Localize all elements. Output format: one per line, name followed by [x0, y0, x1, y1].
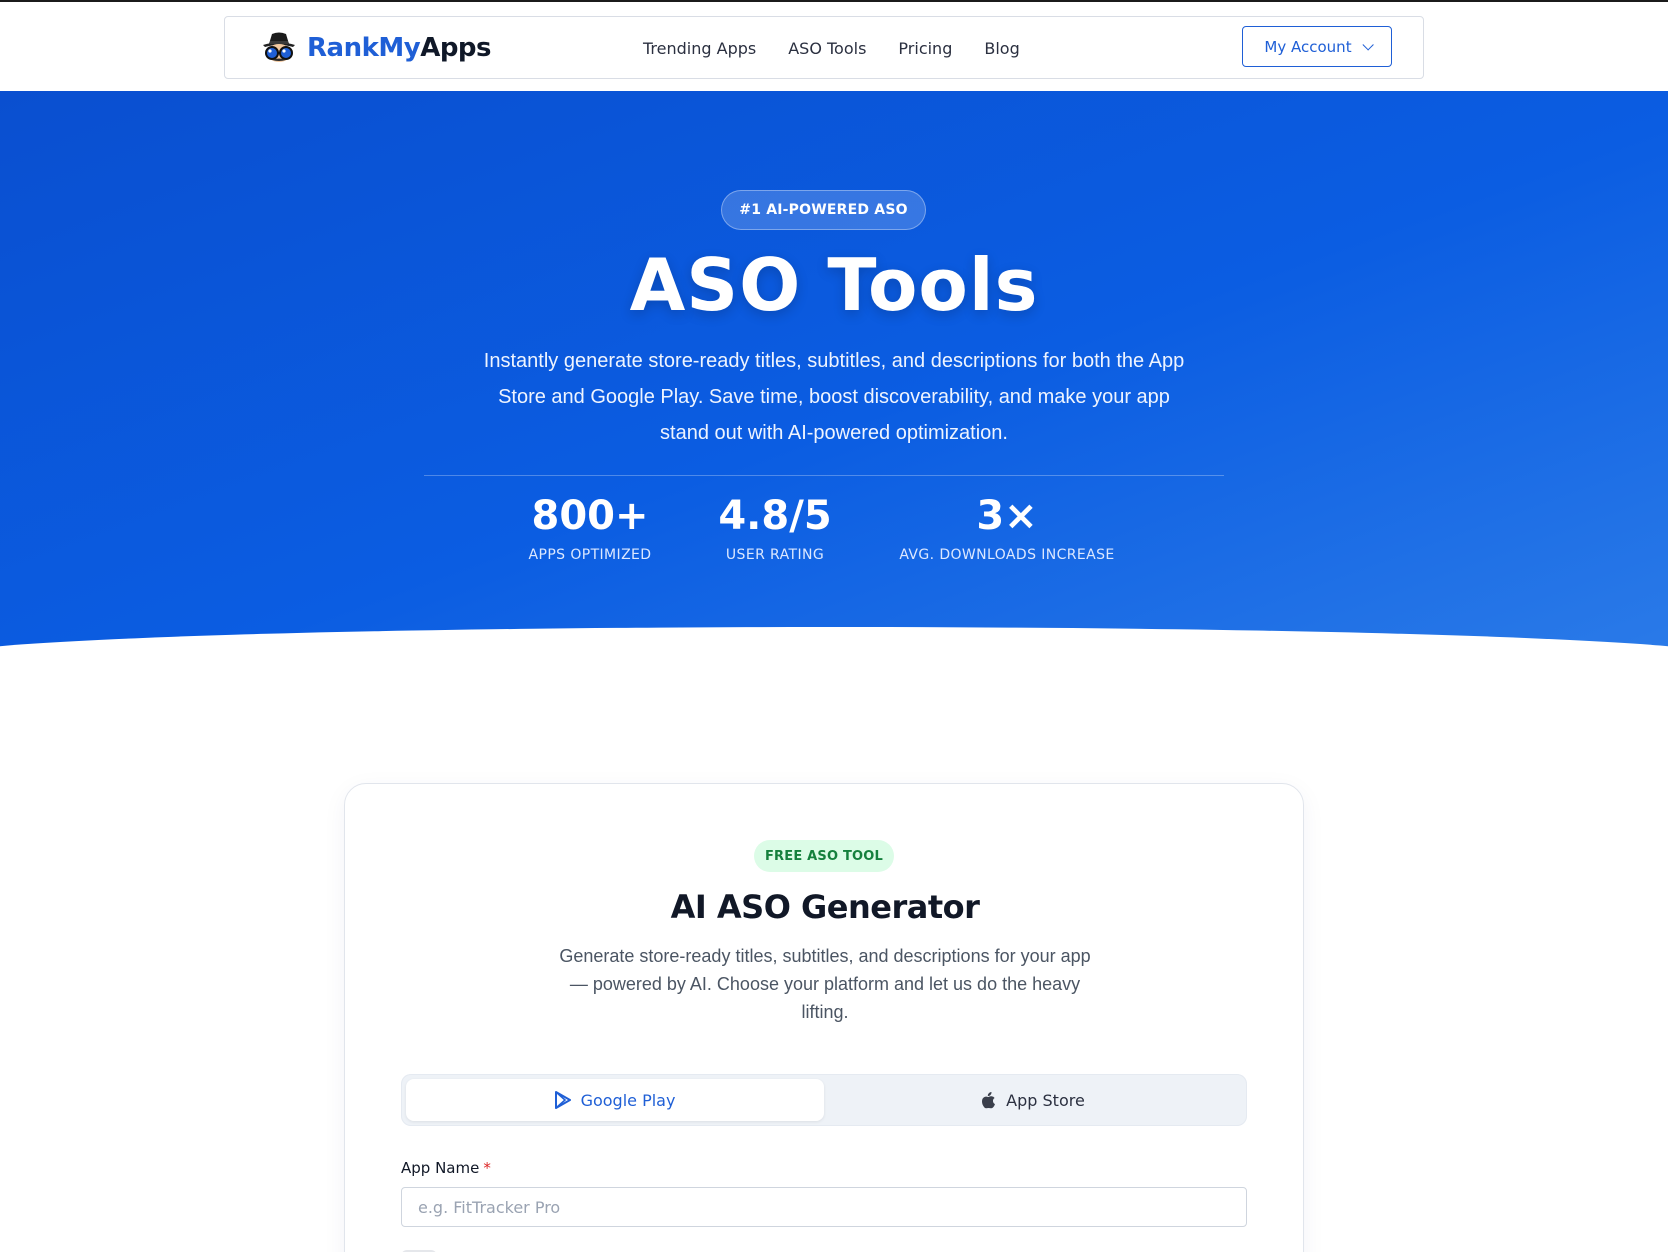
- hero-badge: #1 AI-POWERED ASO: [721, 190, 926, 230]
- tab-label: App Store: [1006, 1090, 1085, 1110]
- tab-google-play[interactable]: Google Play: [406, 1079, 824, 1121]
- stat-value: 3×: [976, 493, 1038, 539]
- required-mark: *: [483, 1159, 491, 1177]
- main-nav: Trending Apps ASO Tools Pricing Blog: [643, 17, 1020, 80]
- free-tool-pill: FREE ASO TOOL: [754, 840, 894, 872]
- app-name-label-text: App Name: [401, 1159, 480, 1177]
- google-play-icon: [554, 1091, 571, 1109]
- nav-aso-tools[interactable]: ASO Tools: [788, 39, 866, 58]
- nav-blog[interactable]: Blog: [984, 39, 1019, 58]
- nav-trending-apps[interactable]: Trending Apps: [643, 39, 756, 58]
- stat-label: USER RATING: [725, 547, 825, 563]
- hero-section: #1 AI-POWERED ASO ASO Tools Instantly ge…: [0, 91, 1668, 651]
- my-account-button[interactable]: My Account: [1242, 26, 1392, 67]
- hero-bottom-curve: [0, 627, 1668, 651]
- chevron-down-icon: [1362, 38, 1374, 51]
- logo-wordmark: RankMyApps: [307, 33, 492, 63]
- platform-tabs: Google Play App Store: [401, 1074, 1247, 1126]
- logo-apps: Apps: [420, 33, 492, 63]
- hero-title: ASO Tools: [629, 243, 1039, 327]
- hero-divider: [424, 475, 1224, 476]
- generator-subtitle: Generate store-ready titles, subtitles, …: [559, 946, 1091, 1022]
- stat-value: 800+: [531, 493, 649, 539]
- apple-icon: [982, 1092, 996, 1109]
- logo[interactable]: RankMyApps: [257, 29, 492, 67]
- app-name-input[interactable]: [401, 1187, 1247, 1227]
- top-header: RankMyApps Trending Apps ASO Tools Prici…: [0, 0, 1668, 91]
- stat-label: APPS OPTIMIZED: [528, 547, 652, 563]
- my-account-label: My Account: [1264, 37, 1352, 56]
- stat-value: 4.8/5: [718, 493, 832, 539]
- tab-app-store[interactable]: App Store: [824, 1079, 1242, 1121]
- stat-downloads-increase: 3× AVG. DOWNLOADS INCREASE: [882, 491, 1132, 563]
- logo-my: My: [378, 33, 421, 63]
- aso-generator-card: FREE ASO TOOL AI ASO Generator Generate …: [344, 783, 1304, 1252]
- generator-title: AI ASO Generator: [670, 888, 980, 926]
- spy-mascot-icon: [263, 32, 295, 62]
- nav-pricing[interactable]: Pricing: [898, 39, 952, 58]
- app-name-label: App Name *: [401, 1159, 491, 1177]
- hero-subtitle: Instantly generate store-ready titles, s…: [483, 350, 1185, 444]
- logo-rank: Rank: [307, 33, 379, 63]
- stat-user-rating: 4.8/5 USER RATING: [700, 491, 850, 563]
- stat-label: AVG. DOWNLOADS INCREASE: [899, 547, 1115, 563]
- tab-label: Google Play: [580, 1090, 676, 1110]
- stat-apps-optimized: 800+ APPS OPTIMIZED: [510, 491, 670, 563]
- navbar: RankMyApps Trending Apps ASO Tools Prici…: [224, 16, 1424, 79]
